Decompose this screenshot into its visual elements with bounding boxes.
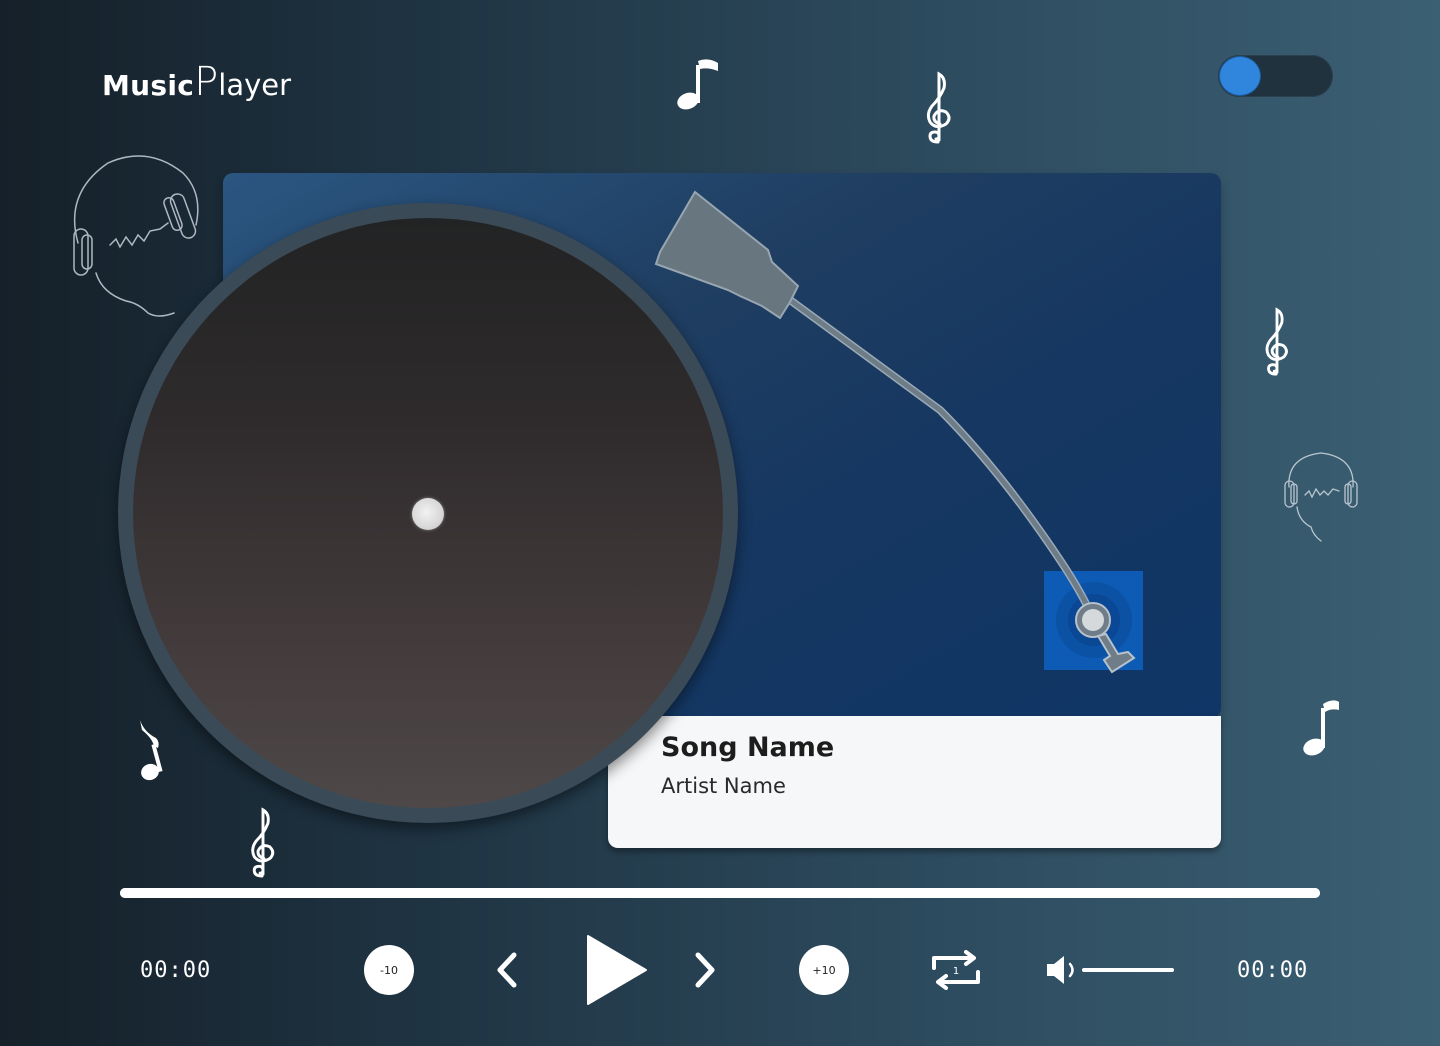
progress-bar[interactable] (120, 888, 1320, 898)
repeat-icon: 1 (932, 950, 980, 990)
current-time: 00:00 (140, 958, 212, 983)
chevron-right-icon (695, 952, 715, 988)
forward-10-button[interactable]: +10 (799, 945, 849, 995)
next-button[interactable] (692, 950, 718, 994)
repeat-count: 1 (953, 966, 959, 977)
volume-icon (1047, 956, 1074, 984)
play-button[interactable] (582, 932, 650, 1012)
volume-slider[interactable] (1082, 968, 1174, 972)
volume-button[interactable] (1044, 954, 1080, 990)
rewind-label: -10 (380, 963, 398, 977)
chevron-left-icon (497, 952, 517, 988)
total-time: 00:00 (1237, 958, 1309, 983)
previous-button[interactable] (494, 950, 520, 994)
rewind-10-button[interactable]: -10 (364, 945, 414, 995)
repeat-button[interactable]: 1 (928, 950, 984, 994)
progress-fill (120, 888, 1320, 898)
play-icon (587, 935, 647, 1005)
forward-label: +10 (812, 963, 836, 977)
tonearm-headshell (654, 190, 800, 320)
